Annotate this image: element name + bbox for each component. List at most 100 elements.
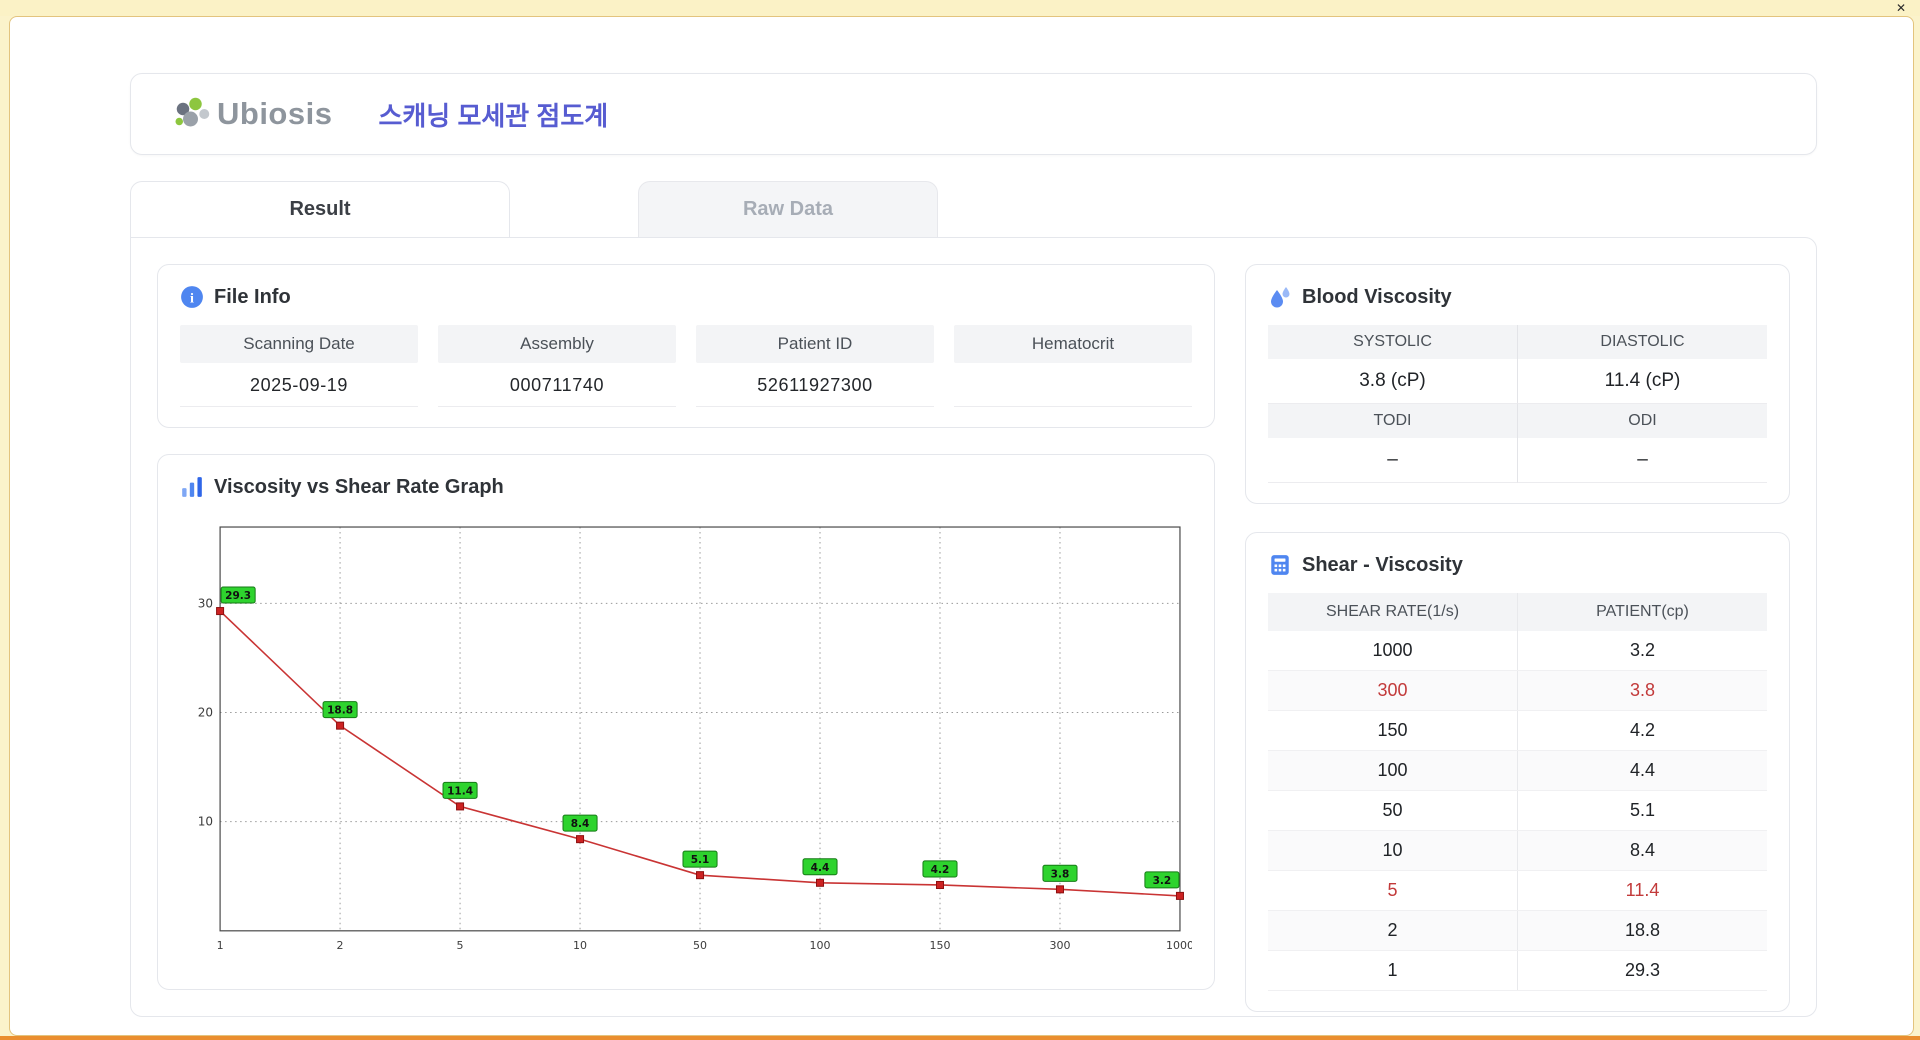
file-info-field: Assembly 000711740 <box>438 325 676 407</box>
patient-viscosity-cell: 4.2 <box>1629 720 1656 740</box>
shear-rate-cell: 1000 <box>1268 631 1518 670</box>
right-column: Blood Viscosity SYSTOLIC DIASTOLIC 3.8 (cP… <box>1245 264 1790 1012</box>
shear-viscosity-panel: Shear - Viscosity SHEAR RATE(1/s) PATIEN… <box>1245 532 1790 1012</box>
shear-table-row: 100 4.4 <box>1268 751 1767 791</box>
bv-header-row: TODI ODI <box>1268 404 1767 438</box>
field-value: 2025-09-19 <box>180 363 418 407</box>
left-column: i File Info Scanning Date 2025-09-19 Assem… <box>157 264 1215 990</box>
svg-text:300: 300 <box>1049 939 1070 952</box>
window-titlebar: ✕ <box>0 0 1920 16</box>
svg-text:8.4: 8.4 <box>571 818 590 830</box>
result-card: i File Info Scanning Date 2025-09-19 Assem… <box>130 237 1817 1017</box>
bv-header-cell: SYSTOLIC <box>1268 325 1518 359</box>
bv-header-cell: DIASTOLIC <box>1518 325 1767 359</box>
svg-text:11.4: 11.4 <box>447 785 473 797</box>
bv-value-row: 3.8 (cP) 11.4 (cP) <box>1268 359 1767 404</box>
blood-viscosity-table: SYSTOLIC DIASTOLIC 3.8 (cP) 11.4 (cP) TODI OD… <box>1268 325 1767 483</box>
bv-value-cell: 11.4 (cP) <box>1518 359 1767 404</box>
file-info-field: Scanning Date 2025-09-19 <box>180 325 418 407</box>
shear-table-row: 10 8.4 <box>1268 831 1767 871</box>
shear-table-row: 1 29.3 <box>1268 951 1767 991</box>
app-window: Ubiosis 스캐닝 모세관 점도계 Result Raw Data i Fi… <box>9 16 1914 1036</box>
app-header: Ubiosis 스캐닝 모세관 점도계 <box>130 73 1817 155</box>
svg-text:3.2: 3.2 <box>1153 875 1172 887</box>
shear-table-row: 50 5.1 <box>1268 791 1767 831</box>
svg-text:2: 2 <box>337 939 344 952</box>
shear-rate-column-header: SHEAR RATE(1/s) <box>1268 593 1518 631</box>
svg-text:29.3: 29.3 <box>225 590 251 602</box>
viscosity-chart: 10 20 30 1 2 5 10 50 100 150 300 1000 29.3 18.8 11.4 8.… <box>198 526 1192 952</box>
field-label: Patient ID <box>696 325 934 363</box>
ubiosis-logo: Ubiosis <box>173 96 332 132</box>
bv-value-cell: – <box>1518 438 1767 483</box>
svg-text:5.1: 5.1 <box>691 854 710 866</box>
file-info-field: Patient ID 52611927300 <box>696 325 934 407</box>
blood-drops-icon <box>1271 287 1290 308</box>
svg-text:100: 100 <box>809 939 830 952</box>
shear-rate-cell: 10 <box>1268 831 1518 870</box>
app-content: Ubiosis 스캐닝 모세관 점도계 Result Raw Data i Fi… <box>10 17 1913 1035</box>
bv-value-cell: 3.8 (cP) <box>1268 359 1518 404</box>
shear-rate-cell: 100 <box>1268 751 1518 790</box>
bv-header-cell: TODI <box>1268 404 1518 438</box>
shear-rate-cell: 5 <box>1268 871 1518 910</box>
shear-table-row: 1000 3.2 <box>1268 631 1767 671</box>
page-title: 스캐닝 모세관 점도계 <box>378 100 609 131</box>
close-icon[interactable]: ✕ <box>1896 1 1906 15</box>
shear-table-row: 150 4.2 <box>1268 711 1767 751</box>
svg-text:4.4: 4.4 <box>811 862 830 874</box>
bv-header-cell: ODI <box>1518 404 1767 438</box>
tab-raw-data[interactable]: Raw Data <box>638 181 938 237</box>
patient-viscosity-cell: 5.1 <box>1629 800 1656 820</box>
file-info-header: i File Info <box>180 285 1192 309</box>
file-info-field: Hematocrit <box>954 325 1192 407</box>
field-value: 000711740 <box>438 363 676 407</box>
field-value <box>954 363 1192 407</box>
field-value: 52611927300 <box>696 363 934 407</box>
shear-table-header-row: SHEAR RATE(1/s) PATIENT(cp) <box>1268 593 1767 631</box>
calculator-icon <box>1271 555 1289 575</box>
field-label: Hematocrit <box>954 325 1192 363</box>
file-info-title: File Info <box>214 285 291 308</box>
tab-result[interactable]: Result <box>130 181 510 237</box>
svg-text:10: 10 <box>198 815 213 829</box>
patient-viscosity-cell: 11.4 <box>1625 880 1660 900</box>
window-bottom-accent <box>0 1036 1920 1040</box>
shear-rate-cell: 50 <box>1268 791 1518 830</box>
graph-title: Viscosity vs Shear Rate Graph <box>214 475 504 498</box>
field-label: Assembly <box>438 325 676 363</box>
bv-value-cell: – <box>1268 438 1518 483</box>
svg-text:30: 30 <box>198 596 213 610</box>
svg-text:4.2: 4.2 <box>931 864 950 876</box>
patient-column-header: PATIENT(cp) <box>1596 603 1689 620</box>
shear-rate-cell: 2 <box>1268 911 1518 950</box>
shear-table-row: 5 11.4 <box>1268 871 1767 911</box>
bv-value-row: – – <box>1268 438 1767 483</box>
shear-viscosity-title: Shear - Viscosity <box>1302 553 1463 576</box>
bar-chart-icon <box>182 477 202 497</box>
shear-rate-cell: 150 <box>1268 711 1518 750</box>
patient-viscosity-cell: 3.8 <box>1629 680 1656 700</box>
svg-text:10: 10 <box>573 939 587 952</box>
svg-text:1: 1 <box>217 939 224 952</box>
blood-viscosity-panel: Blood Viscosity SYSTOLIC DIASTOLIC 3.8 (cP… <box>1245 264 1790 504</box>
patient-viscosity-cell: 8.4 <box>1629 840 1656 860</box>
file-info-fields: Scanning Date 2025-09-19 Assembly 000711740… <box>180 325 1192 407</box>
svg-text:20: 20 <box>198 706 213 720</box>
file-info-panel: i File Info Scanning Date 2025-09-19 Assem… <box>157 264 1215 428</box>
logo-dots-icon <box>175 97 210 127</box>
field-label: Scanning Date <box>180 325 418 363</box>
svg-text:150: 150 <box>929 939 950 952</box>
bv-header-row: SYSTOLIC DIASTOLIC <box>1268 325 1767 359</box>
patient-viscosity-cell: 4.4 <box>1629 760 1656 780</box>
shear-table-row: 2 18.8 <box>1268 911 1767 951</box>
svg-text:18.8: 18.8 <box>327 705 353 717</box>
viscosity-chart-host: 10 20 30 1 2 5 10 50 100 150 300 1000 29.3 18.8 11.4 8.… <box>180 515 1192 969</box>
svg-text:i: i <box>190 290 194 306</box>
svg-text:1000: 1000 <box>1166 939 1192 952</box>
blood-viscosity-title: Blood Viscosity <box>1302 285 1452 308</box>
shear-viscosity-table: SHEAR RATE(1/s) PATIENT(cp) 1000 3.2 300 3.… <box>1268 593 1767 991</box>
blood-viscosity-header: Blood Viscosity <box>1268 285 1767 309</box>
shear-rate-cell: 300 <box>1268 671 1518 710</box>
svg-text:3.8: 3.8 <box>1051 868 1070 880</box>
